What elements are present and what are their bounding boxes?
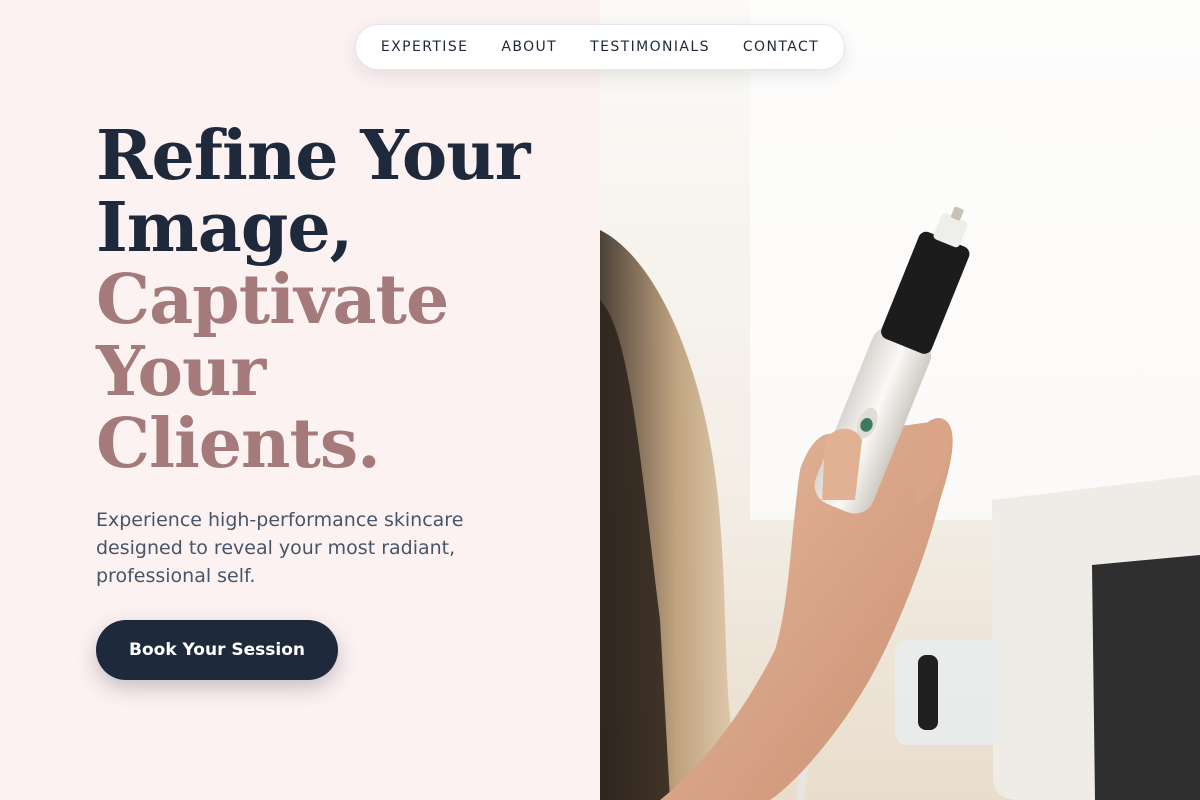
hero-headline: Refine Your Image, Captivate Your Client… <box>96 120 566 480</box>
hero-description: Experience high-performance skincare des… <box>96 509 464 587</box>
skincare-device-photo <box>600 0 1200 800</box>
thumb <box>822 428 862 500</box>
headline-accent-line: Clients. <box>96 404 381 484</box>
device-holder <box>895 640 1000 745</box>
main-navigation: EXPERTISE ABOUT TESTIMONIALS CONTACT <box>355 24 845 70</box>
headline-accent-line: Captivate <box>96 260 449 340</box>
nav-link-about[interactable]: ABOUT <box>501 39 557 55</box>
headline-line: Refine Your <box>96 116 531 196</box>
headline-line: Image, <box>96 188 353 268</box>
hero-photo <box>600 0 1200 800</box>
nav-link-expertise[interactable]: EXPERTISE <box>381 39 468 55</box>
holder-slot <box>918 655 938 730</box>
headline-accent-line: Your <box>96 332 266 412</box>
nav-link-contact[interactable]: CONTACT <box>743 39 819 55</box>
monitor-screen <box>1092 555 1200 800</box>
nav-link-testimonials[interactable]: TESTIMONIALS <box>590 39 710 55</box>
book-session-button[interactable]: Book Your Session <box>96 620 338 680</box>
